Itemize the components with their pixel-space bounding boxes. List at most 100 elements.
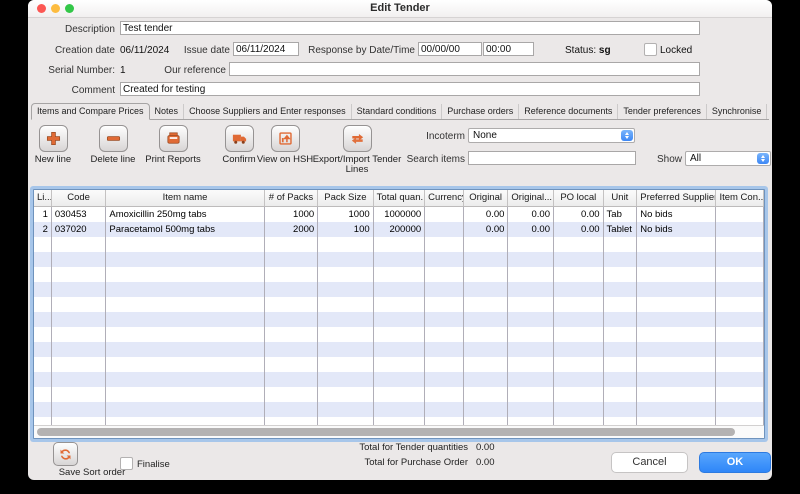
tab-standard-conditions[interactable]: Standard conditions: [351, 104, 442, 119]
horizontal-scrollbar[interactable]: [34, 425, 764, 438]
column-header-item-con-[interactable]: Item Con..: [716, 190, 764, 206]
locked-checkbox[interactable]: [644, 43, 657, 56]
tab-reference-documents[interactable]: Reference documents: [518, 104, 617, 119]
cell-code: [52, 297, 106, 312]
locked-label: Locked: [660, 44, 692, 57]
cell-total-quan-: [374, 342, 426, 357]
tab-items-and-compare-prices[interactable]: Items and Compare Prices: [31, 103, 150, 120]
cell-code: [52, 372, 106, 387]
show-value: All: [690, 153, 701, 164]
cell-unit: [604, 372, 638, 387]
column-header-po-local[interactable]: PO local: [554, 190, 604, 206]
search-items-input[interactable]: [468, 151, 636, 165]
table-row-empty: [34, 387, 764, 402]
creation-date-label: Creation date: [28, 44, 115, 57]
cell-item-name: [106, 237, 264, 252]
cell-unit: [604, 387, 638, 402]
plus-icon: [45, 130, 62, 147]
column-header-original-[interactable]: Original...: [508, 190, 554, 206]
cell-original-: [508, 237, 554, 252]
column-header-item-name[interactable]: Item name: [106, 190, 264, 206]
cell-currency: [425, 372, 464, 387]
cell-item-con-: [716, 402, 764, 417]
cell-preferred-supplier: [637, 387, 716, 402]
cell-item-name: [106, 387, 264, 402]
table-body: 1030453Amoxicillin 250mg tabs10001000100…: [34, 207, 764, 432]
upload-box-icon: [277, 130, 294, 147]
column-header--of-packs[interactable]: # of Packs: [265, 190, 318, 206]
table-header: Li...CodeItem name# of PacksPack SizeTot…: [34, 190, 764, 207]
tab-purchase-orders[interactable]: Purchase orders: [441, 104, 518, 119]
cell-unit: [604, 237, 638, 252]
table-row[interactable]: 1030453Amoxicillin 250mg tabs10001000100…: [34, 207, 764, 222]
cell-currency: [425, 402, 464, 417]
cell-total-quan-: [374, 252, 426, 267]
cell-li-: [34, 312, 52, 327]
cell-item-name: [106, 372, 264, 387]
cell-po-local: 0.00: [554, 222, 604, 237]
response-by-label: Response by Date/Time: [298, 44, 415, 57]
tab-notes[interactable]: Notes: [150, 104, 184, 119]
scrollbar-thumb[interactable]: [37, 428, 735, 436]
ok-button[interactable]: OK: [699, 452, 771, 473]
cell-currency: [425, 312, 464, 327]
cell-item-name: [106, 402, 264, 417]
cell-unit: [604, 297, 638, 312]
cell-total-quan-: [374, 312, 426, 327]
response-date-input[interactable]: [418, 42, 482, 56]
cell-unit: [604, 252, 638, 267]
our-reference-label: Our reference: [148, 64, 226, 77]
cell-item-con-: [716, 207, 764, 222]
tab-synchronise[interactable]: Synchronise: [706, 104, 767, 119]
column-header-total-quan-[interactable]: Total quan...: [374, 190, 426, 206]
column-header-currency[interactable]: Currency: [425, 190, 464, 206]
cell-unit: [604, 402, 638, 417]
cell-po-local: [554, 282, 604, 297]
cell--of-packs: 1000: [265, 207, 318, 222]
comment-input[interactable]: [120, 82, 700, 96]
column-header-li-[interactable]: Li...: [34, 190, 52, 206]
cell-total-quan-: [374, 402, 426, 417]
cell-item-con-: [716, 222, 764, 237]
serial-number-label: Serial Number:: [28, 64, 115, 77]
column-header-pack-size[interactable]: Pack Size: [318, 190, 373, 206]
tab-tender-preferences[interactable]: Tender preferences: [617, 104, 706, 119]
tab-choose-suppliers-and-enter-responses[interactable]: Choose Suppliers and Enter responses: [183, 104, 351, 119]
column-header-unit[interactable]: Unit: [604, 190, 638, 206]
cell-po-local: [554, 342, 604, 357]
issue-date-input[interactable]: [233, 42, 299, 56]
cell-preferred-supplier: [637, 357, 716, 372]
cell-original: 0.00: [464, 207, 509, 222]
zoom-window-icon[interactable]: [65, 4, 74, 13]
cell-code: [52, 342, 106, 357]
cancel-button[interactable]: Cancel: [611, 452, 688, 473]
incoterm-stepper-icon: [621, 130, 633, 141]
response-time-input[interactable]: [483, 42, 534, 56]
cell-item-con-: [716, 297, 764, 312]
cell-currency: [425, 282, 464, 297]
cell-item-name: [106, 342, 264, 357]
cell-unit: [604, 282, 638, 297]
incoterm-label: Incoterm: [385, 130, 465, 143]
minimize-window-icon[interactable]: [51, 4, 60, 13]
table-row-empty: [34, 297, 764, 312]
cell-unit: Tablet: [604, 222, 638, 237]
column-header-original[interactable]: Original: [464, 190, 509, 206]
cell-li-: [34, 402, 52, 417]
incoterm-select[interactable]: None: [468, 128, 635, 143]
close-window-icon[interactable]: [37, 4, 46, 13]
column-header-preferred-supplier[interactable]: Preferred Supplier: [637, 190, 716, 206]
cell-original-: [508, 252, 554, 267]
table-row[interactable]: 2037020Paracetamol 500mg tabs20001002000…: [34, 222, 764, 237]
finalise-checkbox[interactable]: [120, 457, 133, 470]
cell-original: [464, 282, 509, 297]
tab-log[interactable]: Log: [766, 104, 772, 119]
total-purchase-order-value: 0.00: [476, 457, 495, 468]
cell--of-packs: [265, 387, 318, 402]
show-select[interactable]: All: [685, 151, 771, 166]
our-reference-input[interactable]: [229, 62, 700, 76]
column-header-code[interactable]: Code: [52, 190, 106, 206]
description-input[interactable]: [120, 21, 700, 35]
cell-code: [52, 267, 106, 282]
save-sort-order-button[interactable]: [53, 442, 78, 466]
